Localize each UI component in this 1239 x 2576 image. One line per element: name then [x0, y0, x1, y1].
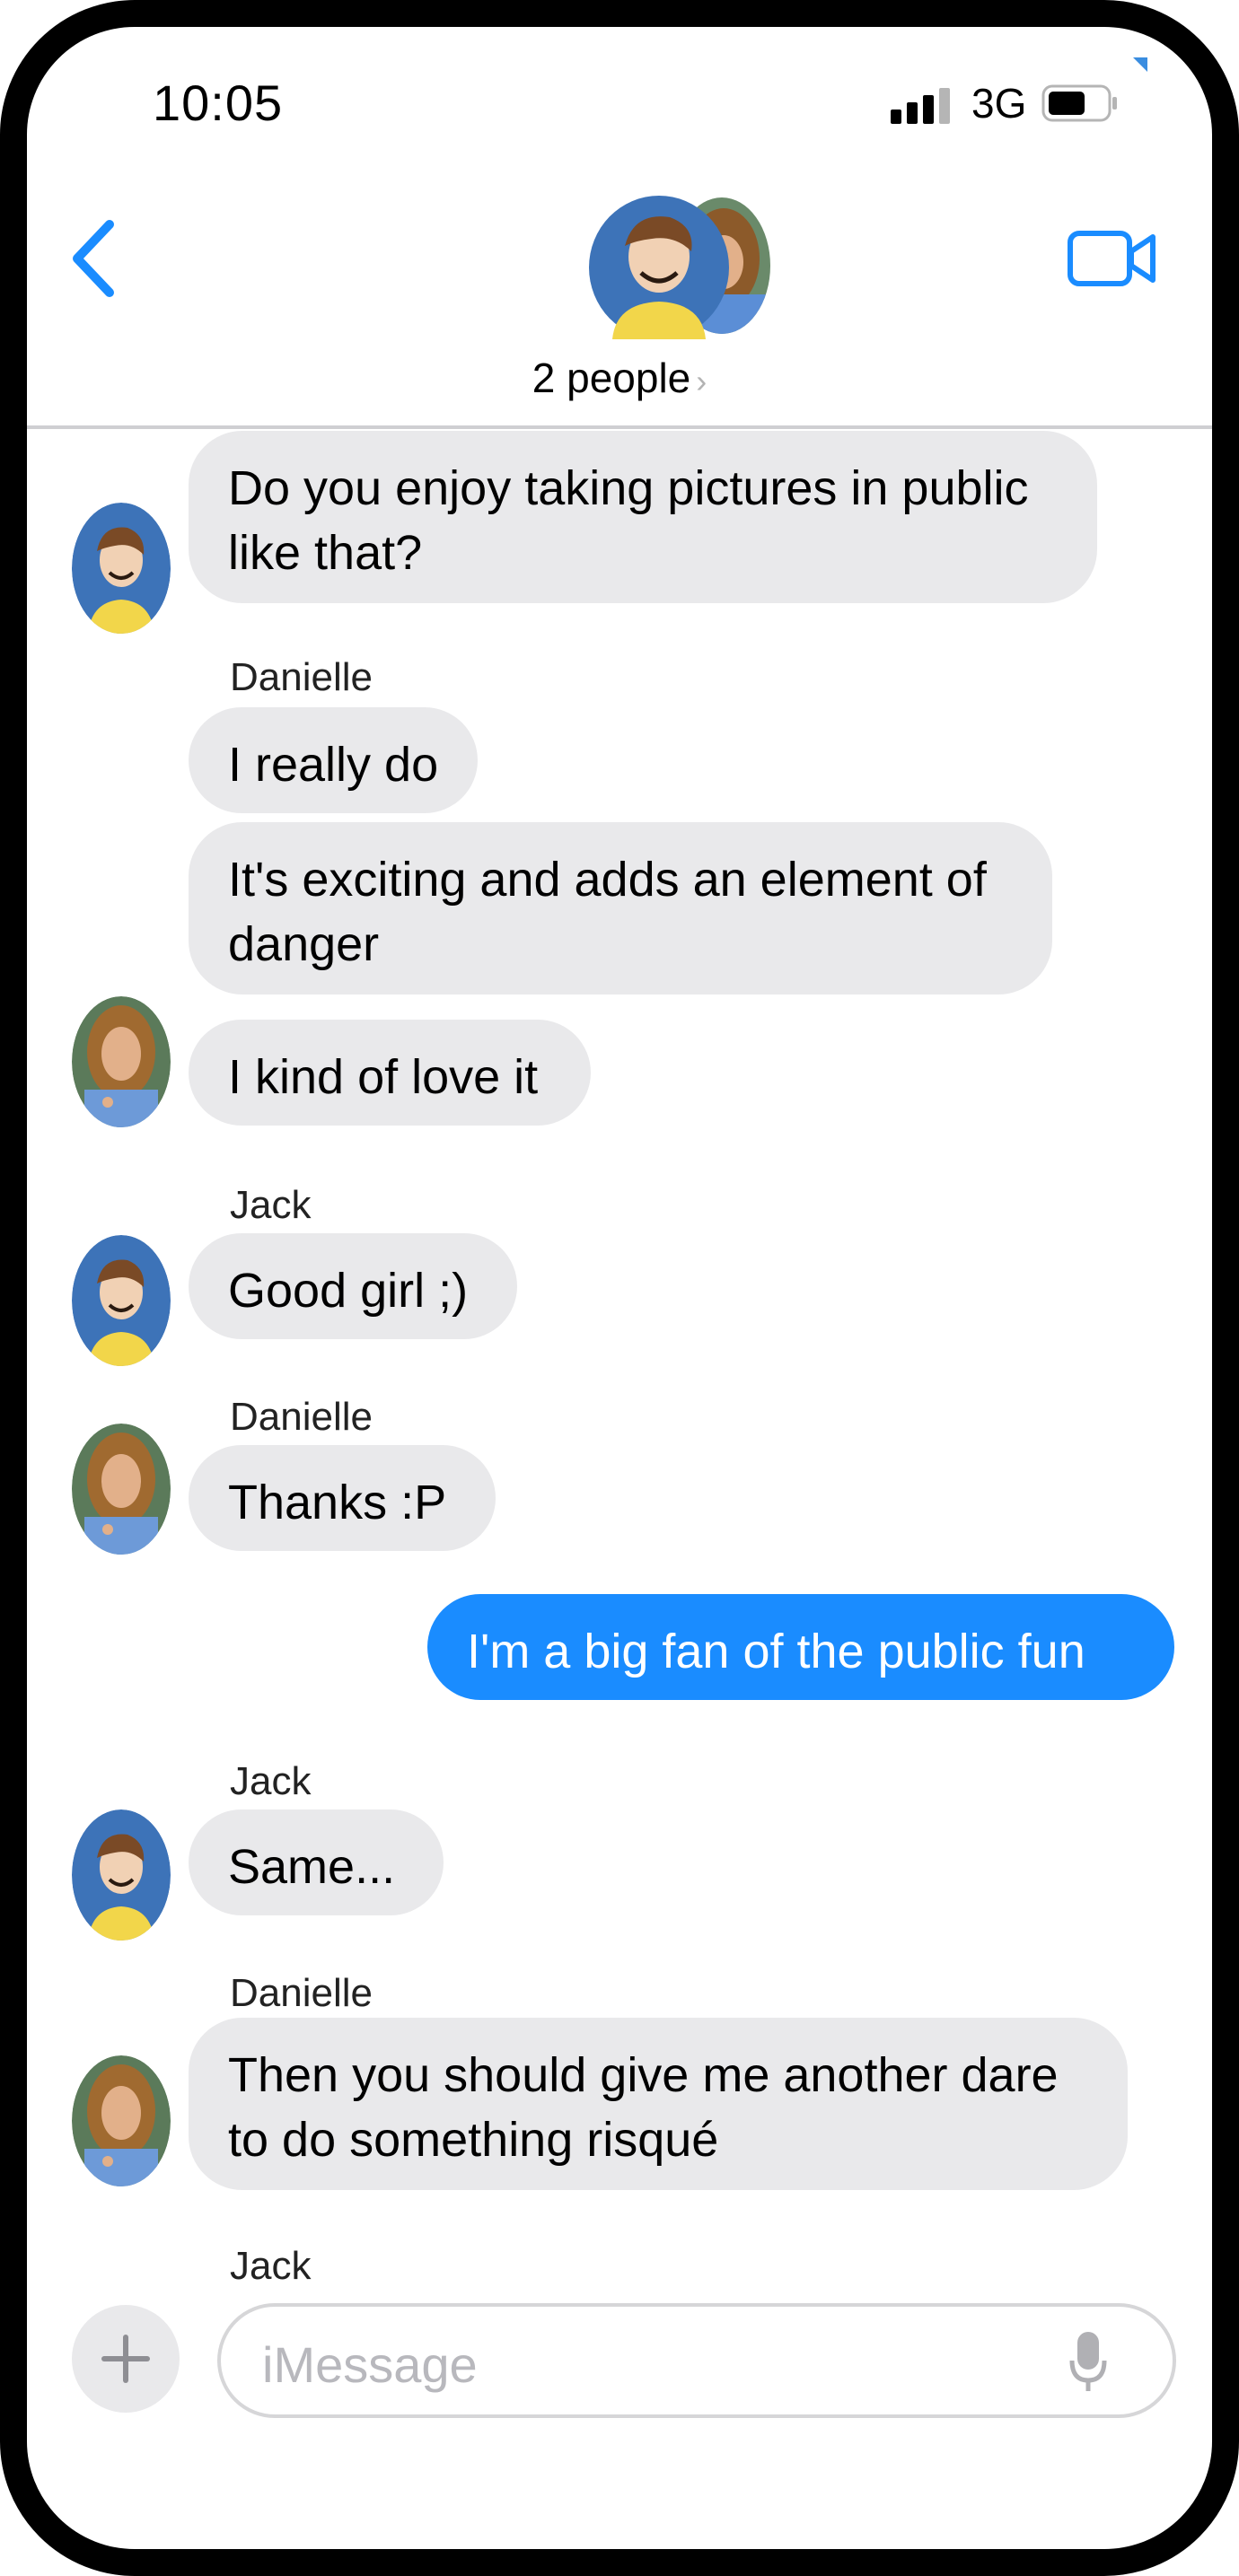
group-name-label: 2 people	[532, 355, 691, 401]
danielle-avatar	[72, 2055, 171, 2186]
message-bubble[interactable]: Good girl ;)	[189, 1233, 517, 1339]
group-avatar[interactable]	[589, 196, 774, 339]
battery-icon	[1041, 84, 1117, 122]
sender-name: Danielle	[230, 655, 373, 699]
chevron-right-icon: ›	[696, 363, 707, 399]
microphone-icon[interactable]	[1068, 2330, 1108, 2393]
sender-name: Danielle	[230, 1395, 373, 1439]
message-bubble[interactable]: Do you enjoy taking pictures in public li…	[189, 431, 1097, 603]
message-bubble[interactable]: I really do	[189, 707, 478, 813]
signal-bars-icon	[891, 88, 950, 124]
sender-name: Jack	[230, 1183, 312, 1227]
network-type: 3G	[971, 80, 1027, 127]
message-input[interactable]: iMessage	[217, 2303, 1176, 2418]
jack-avatar	[589, 196, 729, 339]
message-bubble-outgoing[interactable]: I'm a big fan of the public fun	[427, 1594, 1174, 1700]
sender-name: Danielle	[230, 1971, 373, 2015]
sender-name: Jack	[230, 1759, 312, 1803]
sender-name: Jack	[230, 2244, 312, 2288]
danielle-avatar	[72, 996, 171, 1127]
jack-avatar	[72, 1809, 171, 1941]
group-name[interactable]: 2 people ›	[27, 354, 1212, 402]
jack-avatar	[72, 503, 171, 634]
message-bubble[interactable]: Same...	[189, 1809, 444, 1915]
plus-button[interactable]	[72, 2305, 180, 2413]
message-bubble[interactable]: Thanks :P	[189, 1445, 496, 1551]
status-time: 10:05	[153, 74, 284, 131]
status-corner-mark	[1133, 57, 1147, 72]
message-bubble[interactable]: Then you should give me another dare to d…	[189, 2018, 1128, 2190]
header-divider	[27, 425, 1212, 429]
video-call-icon[interactable]	[1067, 230, 1156, 287]
message-bubble[interactable]: It's exciting and adds an element of dang…	[189, 822, 1052, 994]
chevron-left-icon[interactable]	[68, 219, 119, 298]
message-input-placeholder: iMessage	[262, 2336, 478, 2393]
plus-icon	[101, 2335, 150, 2383]
phone-frame: 10:05 3G 2 people › Do you enjoy taking …	[0, 0, 1239, 2576]
jack-avatar	[72, 1235, 171, 1366]
message-bubble[interactable]: I kind of love it	[189, 1020, 591, 1126]
danielle-avatar	[72, 1424, 171, 1555]
